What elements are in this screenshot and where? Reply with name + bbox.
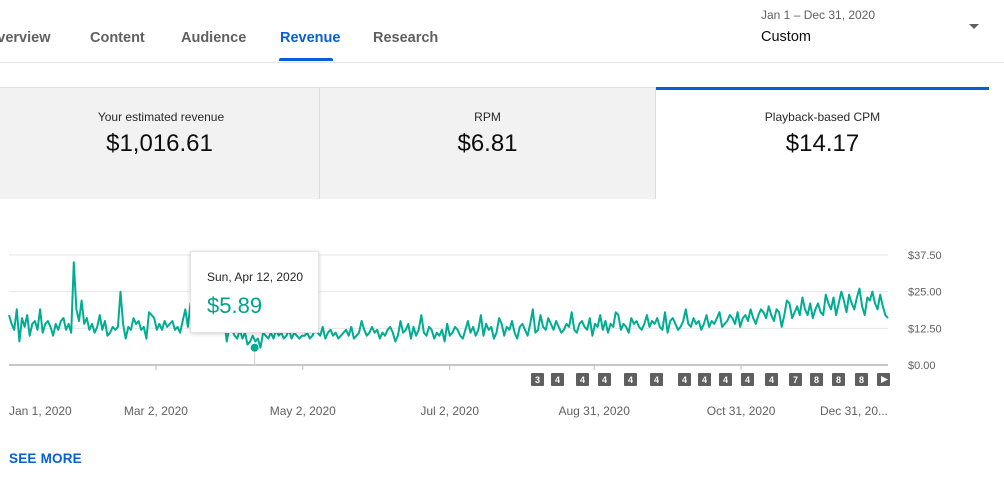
revenue-line-chart: $0.00$12.50$25.00$37.50 344444444447888 …	[8, 250, 942, 418]
svg-text:8: 8	[836, 375, 841, 385]
chart-tooltip: Sun, Apr 12, 2020 $5.89	[190, 251, 319, 333]
tab-overview[interactable]: Overview	[0, 30, 51, 46]
annotation-badge[interactable]: 4	[551, 373, 564, 386]
annotation-badge[interactable]: 8	[855, 373, 868, 386]
svg-text:4: 4	[769, 375, 774, 385]
metric-card-playback-cpm[interactable]: Playback-based CPM $14.17	[656, 87, 989, 199]
y-tick-label: $37.50	[908, 250, 942, 262]
annotation-badge[interactable]: 8	[810, 373, 823, 386]
y-tick-label: $0.00	[908, 360, 936, 372]
svg-text:4: 4	[723, 375, 728, 385]
cpm-series-line	[8, 261, 889, 349]
x-tick-label: Jul 2, 2020	[420, 404, 479, 418]
annotation-badge[interactable]: 4	[719, 373, 732, 386]
svg-text:7: 7	[793, 375, 798, 385]
metric-cards: Your estimated revenue $1,016.61 RPM $6.…	[0, 87, 1004, 199]
annotation-badge[interactable]: 4	[741, 373, 754, 386]
chart-x-axis: Jan 1, 2020 Mar 2, 2020 May 2, 2020 Jul 2, …	[9, 365, 888, 418]
annotation-badge[interactable]: 4	[698, 373, 711, 386]
metric-value: $1,016.61	[106, 130, 213, 157]
annotation-badge[interactable]: 4	[650, 373, 663, 386]
annotation-badge[interactable]: 4	[576, 373, 589, 386]
x-tick-label: Oct 31, 2020	[707, 404, 776, 418]
metric-label: Your estimated revenue	[97, 110, 225, 124]
x-tick-label: May 2, 2020	[270, 404, 336, 418]
tooltip-date: Sun, Apr 12, 2020	[207, 270, 304, 284]
metric-value: $14.17	[785, 130, 860, 157]
x-tick-label: Aug 31, 2020	[558, 404, 630, 418]
date-range-selected: Custom	[761, 29, 811, 45]
svg-text:4: 4	[602, 375, 607, 385]
svg-text:3: 3	[535, 375, 540, 385]
analytics-revenue-page: Overview Content Audience Revenue Resear…	[0, 0, 1004, 482]
x-tick-label: Dec 31, 20...	[820, 404, 888, 418]
svg-text:4: 4	[654, 375, 659, 385]
metric-card-estimated-revenue[interactable]: Your estimated revenue $1,016.61	[0, 87, 319, 199]
svg-text:4: 4	[702, 375, 707, 385]
svg-text:8: 8	[859, 375, 864, 385]
tooltip-value: $5.89	[207, 293, 263, 318]
annotation-badge[interactable]: 8	[832, 373, 845, 386]
metric-value: $6.81	[457, 130, 518, 157]
y-tick-label: $25.00	[908, 287, 942, 299]
svg-text:4: 4	[745, 375, 750, 385]
dropdown-arrow-icon[interactable]	[969, 24, 979, 29]
see-more-link[interactable]: SEE MORE	[9, 451, 82, 466]
svg-text:4: 4	[555, 375, 560, 385]
annotation-badge[interactable]: 7	[789, 373, 802, 386]
annotation-badge[interactable]: 4	[624, 373, 637, 386]
annotation-badge[interactable]: 4	[678, 373, 691, 386]
chart-gridlines	[9, 254, 888, 366]
annotation-badge[interactable]: 3	[531, 373, 544, 386]
analytics-tab-bar: Overview Content Audience Revenue Resear…	[0, 0, 1004, 63]
metric-label: RPM	[474, 110, 501, 124]
annotation-badge[interactable]: 4	[765, 373, 778, 386]
svg-text:4: 4	[580, 375, 585, 385]
annotation-badges: 3 4 4 4 4 4 4 4 4 4 4 7 8 8 8	[531, 373, 890, 386]
tab-research[interactable]: Research	[373, 30, 438, 46]
date-range-text: Jan 1 – Dec 31, 2020	[761, 8, 876, 22]
svg-text:8: 8	[814, 375, 819, 385]
x-tick-label: Jan 1, 2020	[9, 404, 72, 418]
date-range-picker[interactable]: Jan 1 – Dec 31, 2020 Custom	[761, 8, 875, 45]
annotation-badge[interactable]: 4	[598, 373, 611, 386]
tab-revenue[interactable]: Revenue	[280, 30, 340, 46]
svg-text:4: 4	[682, 375, 687, 385]
tab-content[interactable]: Content	[90, 30, 145, 46]
chart-y-axis: $0.00 $12.50 $25.00 $37.50	[908, 250, 942, 372]
svg-text:4: 4	[628, 375, 633, 385]
play-triangle-icon[interactable]	[877, 373, 890, 386]
tab-audience[interactable]: Audience	[181, 30, 246, 46]
metric-card-rpm[interactable]: RPM $6.81	[320, 87, 655, 199]
y-tick-label: $12.50	[908, 323, 942, 335]
metric-label: Playback-based CPM	[764, 110, 881, 124]
active-tab-indicator	[279, 58, 333, 61]
highlight-point	[250, 343, 259, 352]
x-tick-label: Mar 2, 2020	[124, 404, 188, 418]
